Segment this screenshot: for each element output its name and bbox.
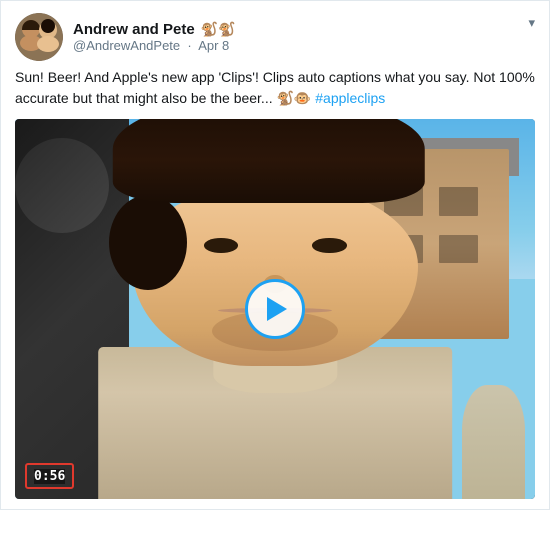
person-shirt	[98, 347, 452, 499]
video-duration-badge: 0:56	[25, 463, 74, 489]
person-hair	[113, 119, 425, 203]
tweet-body: Sun! Beer! And Apple's new app 'Clips'! …	[15, 69, 535, 106]
user-info: Andrew and Pete 🐒🐒 @AndrewAndPete · Apr …	[73, 21, 236, 53]
tweet-text: Sun! Beer! And Apple's new app 'Clips'! …	[15, 67, 535, 109]
display-name[interactable]: Andrew and Pete	[73, 21, 195, 38]
user-name-row: Andrew and Pete 🐒🐒	[73, 21, 236, 38]
handle-date: @AndrewAndPete · Apr 8	[73, 38, 236, 53]
more-options-button[interactable]: ▾	[528, 15, 535, 31]
person-hair-side	[109, 195, 187, 290]
play-button[interactable]	[245, 279, 305, 339]
tweet-header-left: Andrew and Pete 🐒🐒 @AndrewAndPete · Apr …	[15, 13, 236, 61]
background-person	[462, 385, 524, 499]
duration-text: 0:56	[34, 469, 65, 484]
tweet-header: Andrew and Pete 🐒🐒 @AndrewAndPete · Apr …	[15, 13, 535, 61]
tweet-date: Apr 8	[198, 38, 229, 53]
play-icon	[267, 297, 287, 321]
avatar[interactable]	[15, 13, 63, 61]
tweet-card: Andrew and Pete 🐒🐒 @AndrewAndPete · Apr …	[0, 0, 550, 510]
avatar-image	[15, 13, 63, 61]
handle[interactable]: @AndrewAndPete	[73, 38, 180, 53]
umbrella-top	[15, 138, 109, 233]
hashtag-link[interactable]: #appleclips	[315, 90, 385, 106]
emoji-monkeys: 🐒🐒	[201, 21, 236, 38]
video-thumbnail[interactable]: 0:56	[15, 119, 535, 499]
